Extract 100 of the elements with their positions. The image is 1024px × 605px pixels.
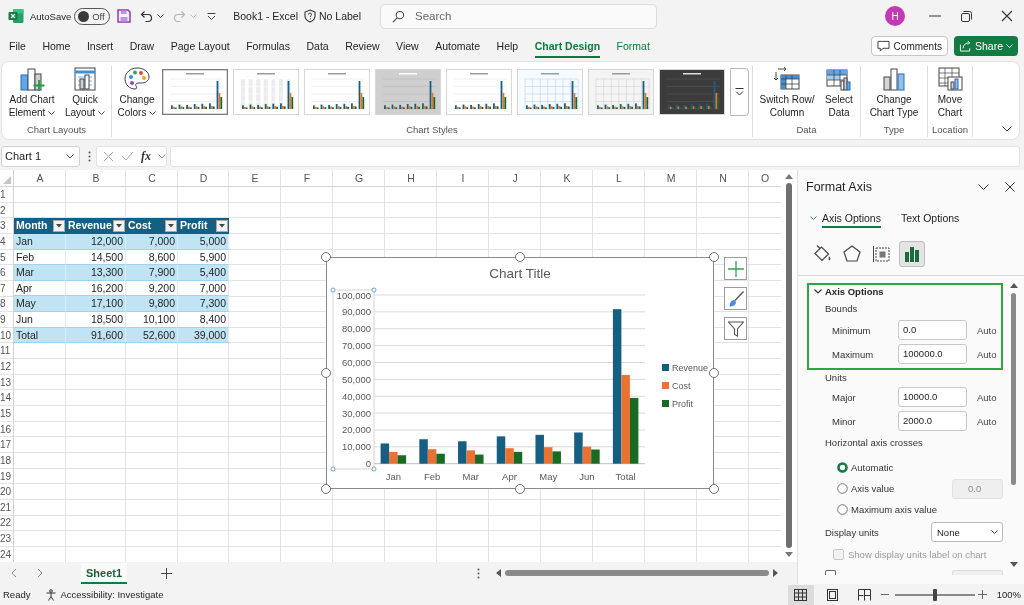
bar[interactable] [466, 450, 476, 464]
checkbox[interactable] [825, 570, 836, 575]
column-header[interactable]: O [749, 170, 781, 187]
scroll-left-icon[interactable] [496, 569, 501, 577]
section-header[interactable]: Axis Options [809, 285, 884, 298]
pane-tab[interactable]: Text Options [900, 208, 960, 228]
row-header[interactable]: 8 [0, 296, 13, 313]
column-header[interactable]: A [14, 170, 66, 187]
input-field[interactable] [952, 570, 1003, 575]
slider-thumb[interactable] [932, 588, 937, 601]
column-header[interactable]: H [385, 170, 437, 187]
row-header[interactable]: 10 [0, 327, 13, 344]
ribbon-tab[interactable]: File [9, 34, 26, 58]
resize-handle[interactable] [321, 368, 331, 378]
sheet-tab[interactable]: Sheet1 [81, 562, 128, 584]
row-header[interactable]: 3 [0, 218, 13, 234]
ribbon-button[interactable]: Change Colors [115, 66, 159, 119]
column-header[interactable]: G [333, 170, 385, 187]
caret-icon[interactable] [157, 14, 165, 18]
scroll-down-icon[interactable] [1009, 562, 1018, 567]
close-icon[interactable] [1005, 182, 1015, 192]
formula-input-field[interactable] [170, 145, 1020, 167]
filter-button[interactable] [165, 220, 177, 233]
row-header[interactable]: 7 [0, 280, 13, 297]
normal-view-button[interactable] [787, 584, 814, 605]
legend-label[interactable]: Profit [672, 399, 693, 409]
scroll-up-icon[interactable] [1009, 283, 1018, 288]
save-icon[interactable] [117, 9, 132, 23]
name-box[interactable]: Chart 1 [1, 145, 80, 167]
bar[interactable] [535, 434, 544, 464]
bar[interactable] [397, 455, 407, 464]
legend-label[interactable]: Revenue [672, 363, 709, 373]
new-sheet-button[interactable] [161, 567, 173, 579]
number-field[interactable]: 2000.0 [898, 411, 967, 431]
scroll-right-icon[interactable] [773, 569, 778, 577]
bar[interactable] [496, 436, 506, 464]
chart-style-option[interactable] [162, 69, 228, 115]
ribbon-button[interactable]: Add Chart Element [5, 66, 59, 119]
column-header[interactable]: E [229, 170, 281, 187]
search-field[interactable]: Search [380, 3, 657, 29]
column-header[interactable]: K [541, 170, 593, 187]
ribbon-tab[interactable]: Home [42, 34, 71, 58]
bar[interactable] [458, 441, 467, 464]
ribbon-tab[interactable]: Draw [129, 34, 155, 58]
zoom-level[interactable]: 100% [996, 589, 1021, 600]
scrollbar-thumb[interactable] [505, 570, 769, 576]
ribbon-tab[interactable]: Format [616, 34, 650, 58]
column-header[interactable]: B [66, 170, 126, 187]
resize-handle[interactable] [515, 252, 525, 262]
gallery-more-button[interactable] [730, 68, 749, 116]
ribbon-button[interactable]: Change Chart Type [864, 66, 924, 119]
chart-elements-button[interactable] [724, 257, 747, 280]
ribbon-button[interactable]: Switch Row/Column [756, 66, 818, 119]
bar[interactable] [629, 397, 639, 464]
bar[interactable] [427, 449, 437, 464]
row-header[interactable]: 11 [0, 343, 13, 360]
scrollbar-thumb[interactable] [786, 183, 792, 548]
ribbon-tab[interactable]: View [396, 34, 419, 58]
row-header[interactable]: 24 [0, 546, 13, 562]
row-header[interactable]: 20 [0, 484, 13, 500]
chart-title[interactable]: Chart Title [489, 266, 551, 281]
avatar[interactable]: H [885, 6, 905, 26]
chevron-down-icon[interactable] [978, 184, 989, 190]
column-header[interactable]: F [281, 170, 333, 187]
ribbon-tab[interactable]: Data [306, 34, 329, 58]
row-header[interactable]: 5 [0, 249, 13, 266]
bar[interactable] [389, 451, 398, 464]
pane-tab[interactable]: Axis Options [810, 208, 881, 228]
restore-icon[interactable] [961, 10, 972, 22]
scroll-left-icon[interactable] [11, 568, 17, 578]
scrollbar-thumb[interactable] [1011, 293, 1016, 485]
sensitivity-label[interactable]: No Label [319, 10, 361, 22]
comments-button[interactable]: Comments [870, 36, 948, 56]
chart-filters-button[interactable] [724, 317, 747, 340]
resize-handle[interactable] [709, 368, 719, 378]
resize-handle[interactable] [709, 484, 719, 494]
shield-icon[interactable] [304, 9, 316, 23]
row-header[interactable]: 18 [0, 452, 13, 469]
row-header[interactable]: 1 [0, 187, 13, 203]
ribbon-tab[interactable]: Chart Design [534, 34, 601, 58]
number-field[interactable]: 0.0 [898, 320, 967, 340]
undo-icon[interactable] [140, 9, 154, 23]
vertical-dots-icon[interactable] [88, 150, 91, 162]
ribbon-button[interactable]: Select Data [821, 66, 857, 119]
row-header[interactable]: 23 [0, 531, 13, 547]
row-header[interactable]: 22 [0, 515, 13, 532]
column-header[interactable]: I [437, 170, 489, 187]
accessibility-status[interactable]: Accessibility: Investigate [60, 589, 164, 600]
resize-handle[interactable] [709, 252, 719, 262]
ribbon-button[interactable]: Quick Layout [62, 66, 108, 119]
row-header[interactable]: 13 [0, 374, 13, 391]
ribbon-tab[interactable]: Review [345, 34, 380, 58]
collapse-ribbon-button[interactable] [1002, 126, 1012, 132]
column-header[interactable]: L [593, 170, 645, 187]
filter-button[interactable] [53, 220, 65, 233]
bar[interactable] [612, 309, 622, 464]
row-header[interactable]: 14 [0, 390, 13, 406]
row-header[interactable]: 17 [0, 437, 13, 453]
share-button[interactable]: Share [953, 36, 1018, 56]
radio-button[interactable] [837, 462, 848, 473]
